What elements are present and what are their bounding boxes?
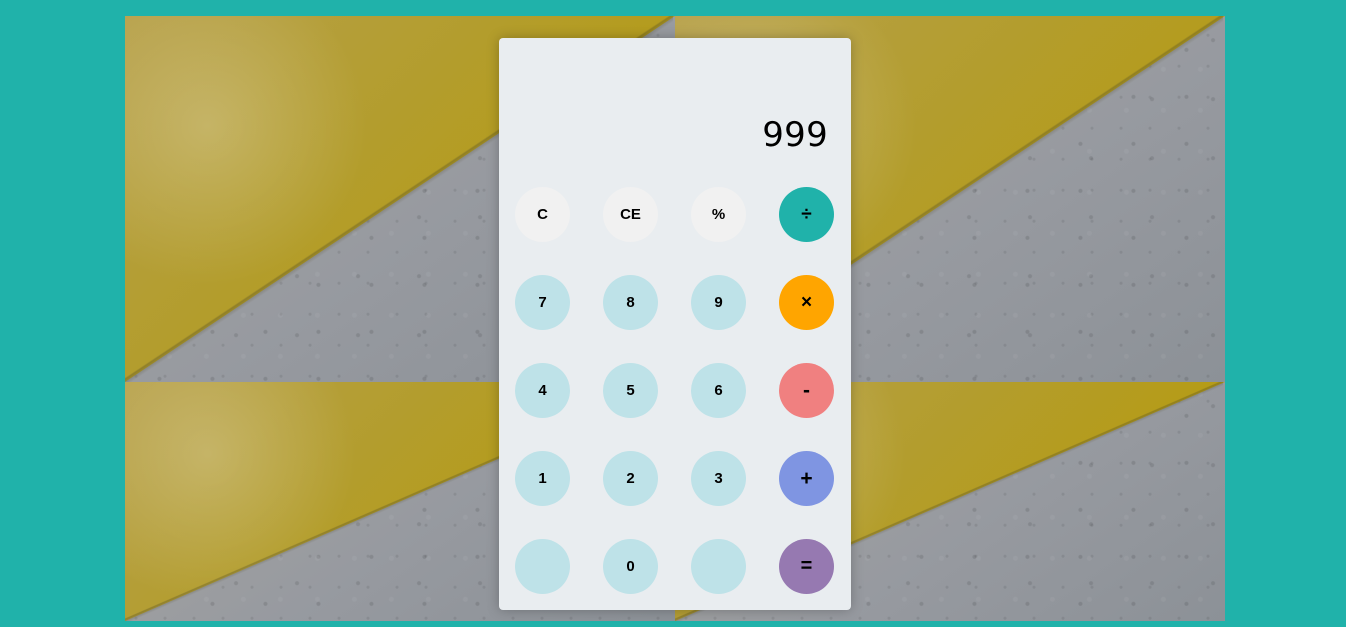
multiply-button[interactable]: × [779, 275, 834, 330]
digit-8-button[interactable]: 8 [603, 275, 658, 330]
blank-right-button[interactable] [691, 539, 746, 594]
blank-left-button[interactable] [515, 539, 570, 594]
calculator-panel: 999 C CE % ÷ 7 8 9 × 4 5 6 - 1 2 3 + 0 = [499, 38, 851, 610]
digit-5-button[interactable]: 5 [603, 363, 658, 418]
percent-button[interactable]: % [691, 187, 746, 242]
clear-button[interactable]: C [515, 187, 570, 242]
digit-4-button[interactable]: 4 [515, 363, 570, 418]
digit-1-button[interactable]: 1 [515, 451, 570, 506]
digit-0-button[interactable]: 0 [603, 539, 658, 594]
digit-9-button[interactable]: 9 [691, 275, 746, 330]
digit-2-button[interactable]: 2 [603, 451, 658, 506]
plus-button[interactable]: + [779, 451, 834, 506]
clear-entry-button[interactable]: CE [603, 187, 658, 242]
digit-6-button[interactable]: 6 [691, 363, 746, 418]
minus-button[interactable]: - [779, 363, 834, 418]
divide-button[interactable]: ÷ [779, 187, 834, 242]
digit-7-button[interactable]: 7 [515, 275, 570, 330]
equals-button[interactable]: = [779, 539, 834, 594]
digit-3-button[interactable]: 3 [691, 451, 746, 506]
calculator-display: 999 [762, 115, 828, 155]
